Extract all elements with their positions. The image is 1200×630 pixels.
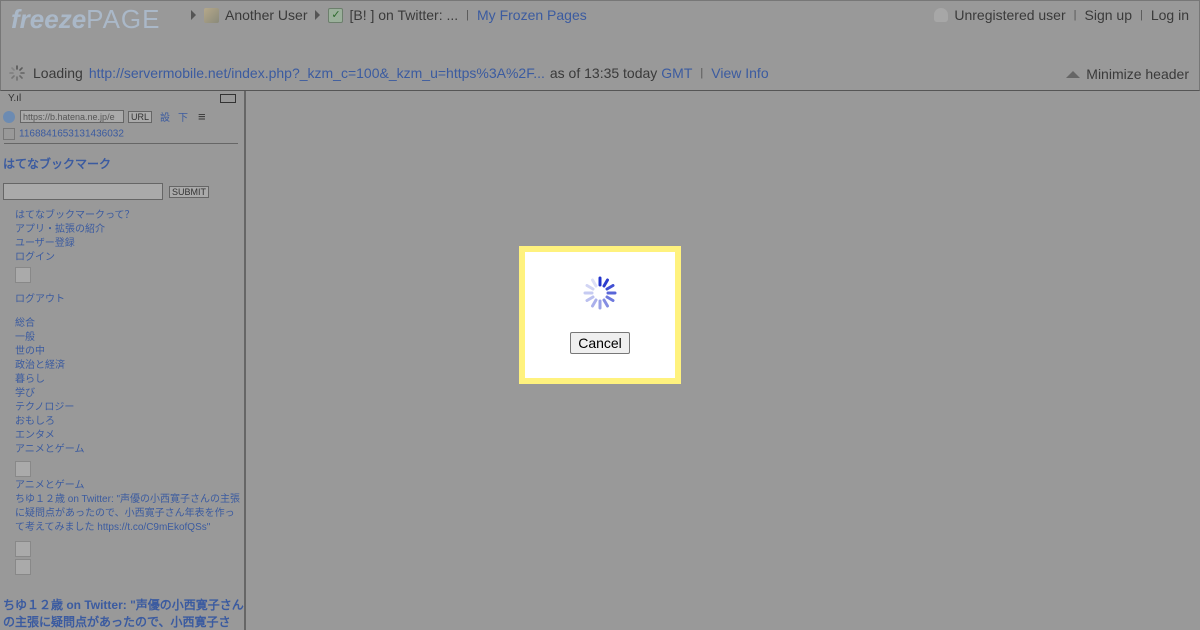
globe-icon — [3, 110, 15, 123]
category-link[interactable]: 世の中 — [15, 345, 241, 359]
page-id-row: 1168841653131436032 — [3, 128, 124, 140]
broken-image — [15, 559, 241, 577]
nav-menu: はてなブックマークって？ アプリ・拡張の紹介 ユーザー登録 ログイン ログアウト… — [15, 209, 241, 577]
signal-icon: Y.ıl — [8, 93, 22, 104]
search-input[interactable] — [3, 183, 163, 200]
broken-image — [15, 541, 241, 559]
separator: | — [1139, 9, 1143, 21]
phone-status-bar: Y.ıl — [0, 91, 244, 105]
setting-link[interactable]: 設 — [160, 109, 170, 124]
minimize-header-label: Minimize header — [1086, 66, 1189, 82]
category-link[interactable]: おもしろ — [15, 415, 241, 429]
breadcrumb-arrow-icon — [315, 10, 321, 20]
broken-image — [15, 267, 241, 283]
user-icon — [934, 8, 949, 22]
nav-link-about[interactable]: はてなブックマークって？ — [15, 209, 241, 223]
nav-link-login[interactable]: ログイン — [15, 251, 241, 265]
checkmark-icon: ✓ — [328, 7, 344, 23]
category-link[interactable]: 学び — [15, 387, 241, 401]
broken-image — [15, 461, 241, 479]
loading-spinner-icon — [583, 276, 617, 310]
loading-row: Loading http://servermobile.net/index.ph… — [9, 65, 769, 81]
minimize-header-button[interactable]: Minimize header — [1066, 66, 1189, 82]
users-icon — [204, 7, 219, 23]
broken-image-icon — [15, 541, 31, 557]
entry-headline[interactable]: ちゆ１２歳 on Twitter: "声優の小西寛子さんの主張に疑問点があったの… — [3, 597, 244, 630]
url-bar: URL 設 下 ≡ — [3, 109, 206, 124]
as-of-time: as of 13:35 today — [549, 65, 658, 81]
menu-icon[interactable]: ≡ — [198, 109, 206, 124]
down-link[interactable]: 下 — [178, 109, 188, 124]
log-in-link[interactable]: Log in — [1151, 7, 1189, 23]
loading-spinner-icon — [9, 65, 25, 81]
account-area: Unregistered user | Sign up | Log in — [934, 7, 1189, 23]
search-row: SUBMIT — [3, 183, 210, 200]
separator: | — [700, 67, 704, 79]
separator: | — [1073, 9, 1077, 21]
sign-up-link[interactable]: Sign up — [1085, 7, 1132, 23]
entry-link[interactable]: ちゆ１２歳 on Twitter: "声優の小西寛子さんの主張に疑問点があったの… — [15, 493, 241, 535]
loading-dialog: Cancel — [519, 246, 681, 384]
breadcrumb-arrow-icon — [191, 10, 196, 20]
page-id-link[interactable]: 1168841653131436032 — [19, 129, 124, 140]
gmt-link[interactable]: GMT — [661, 65, 692, 81]
category-link[interactable]: 総合 — [15, 317, 241, 331]
frozen-page-preview: Y.ıl URL 設 下 ≡ 1168841653131436032 はてなブッ… — [0, 91, 246, 630]
category-link[interactable]: アニメとゲーム — [15, 443, 241, 457]
cancel-button[interactable]: Cancel — [570, 332, 630, 354]
breadcrumb: Another User ✓ [B! ] on Twitter: ... | M… — [191, 7, 587, 23]
category-link[interactable]: エンタメ — [15, 429, 241, 443]
broken-image-icon — [15, 461, 31, 477]
rss-icon — [3, 128, 15, 140]
my-frozen-pages-link[interactable]: My Frozen Pages — [477, 7, 587, 23]
breadcrumb-page[interactable]: [B! ] on Twitter: ... — [349, 7, 458, 23]
loading-label: Loading — [33, 65, 83, 81]
entry-category[interactable]: アニメとゲーム — [15, 479, 241, 493]
breadcrumb-user[interactable]: Another User — [225, 7, 307, 23]
nav-link-register[interactable]: ユーザー登録 — [15, 237, 241, 251]
url-button[interactable]: URL — [128, 110, 153, 123]
nav-link-apps[interactable]: アプリ・拡張の紹介 — [15, 223, 241, 237]
freezepage-header: freezePAGE Another User ✓ [B! ] on Twitt… — [0, 0, 1200, 91]
loading-url-link[interactable]: http://servermobile.net/index.php?_kzm_c… — [89, 65, 545, 81]
url-input[interactable] — [20, 110, 124, 123]
freezepage-logo[interactable]: freezePAGE — [11, 4, 160, 35]
category-link[interactable]: 政治と経済 — [15, 359, 241, 373]
broken-image-icon — [15, 559, 31, 575]
submit-button[interactable]: SUBMIT — [169, 185, 210, 198]
divider — [4, 143, 238, 144]
nav-link-logout[interactable]: ログアウト — [15, 293, 241, 307]
category-link[interactable]: 暮らし — [15, 373, 241, 387]
separator: | — [466, 9, 470, 21]
view-info-link[interactable]: View Info — [711, 65, 768, 81]
collapse-arrow-icon — [1066, 70, 1081, 78]
battery-icon — [220, 94, 236, 103]
category-link[interactable]: 一般 — [15, 331, 241, 345]
site-title[interactable]: はてなブックマーク — [3, 155, 111, 172]
broken-image-icon — [15, 267, 31, 283]
category-link[interactable]: テクノロジー — [15, 401, 241, 415]
user-status: Unregistered user — [954, 7, 1066, 23]
